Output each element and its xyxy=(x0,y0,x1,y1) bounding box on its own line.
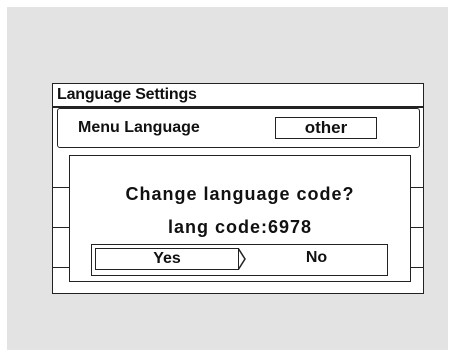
background-panel: Language Settings Menu Language other Ch… xyxy=(7,7,448,350)
menu-language-label: Menu Language xyxy=(78,119,200,136)
language-settings-screen: Language Settings Menu Language other Ch… xyxy=(52,83,424,294)
screen-title: Language Settings xyxy=(57,86,197,103)
no-button[interactable]: No xyxy=(248,248,385,270)
change-language-code-dialog: Change language code? lang code:6978 Yes… xyxy=(69,155,411,282)
language-code-text: lang code:6978 xyxy=(167,217,313,237)
selection-arrow-icon xyxy=(238,248,246,270)
dialog-button-bar: Yes No xyxy=(91,244,388,276)
dialog-question: Change language code? xyxy=(125,184,355,204)
yes-button[interactable]: Yes xyxy=(95,248,239,270)
menu-language-value[interactable]: other xyxy=(275,117,377,139)
menu-language-row[interactable]: Menu Language other xyxy=(57,108,420,148)
